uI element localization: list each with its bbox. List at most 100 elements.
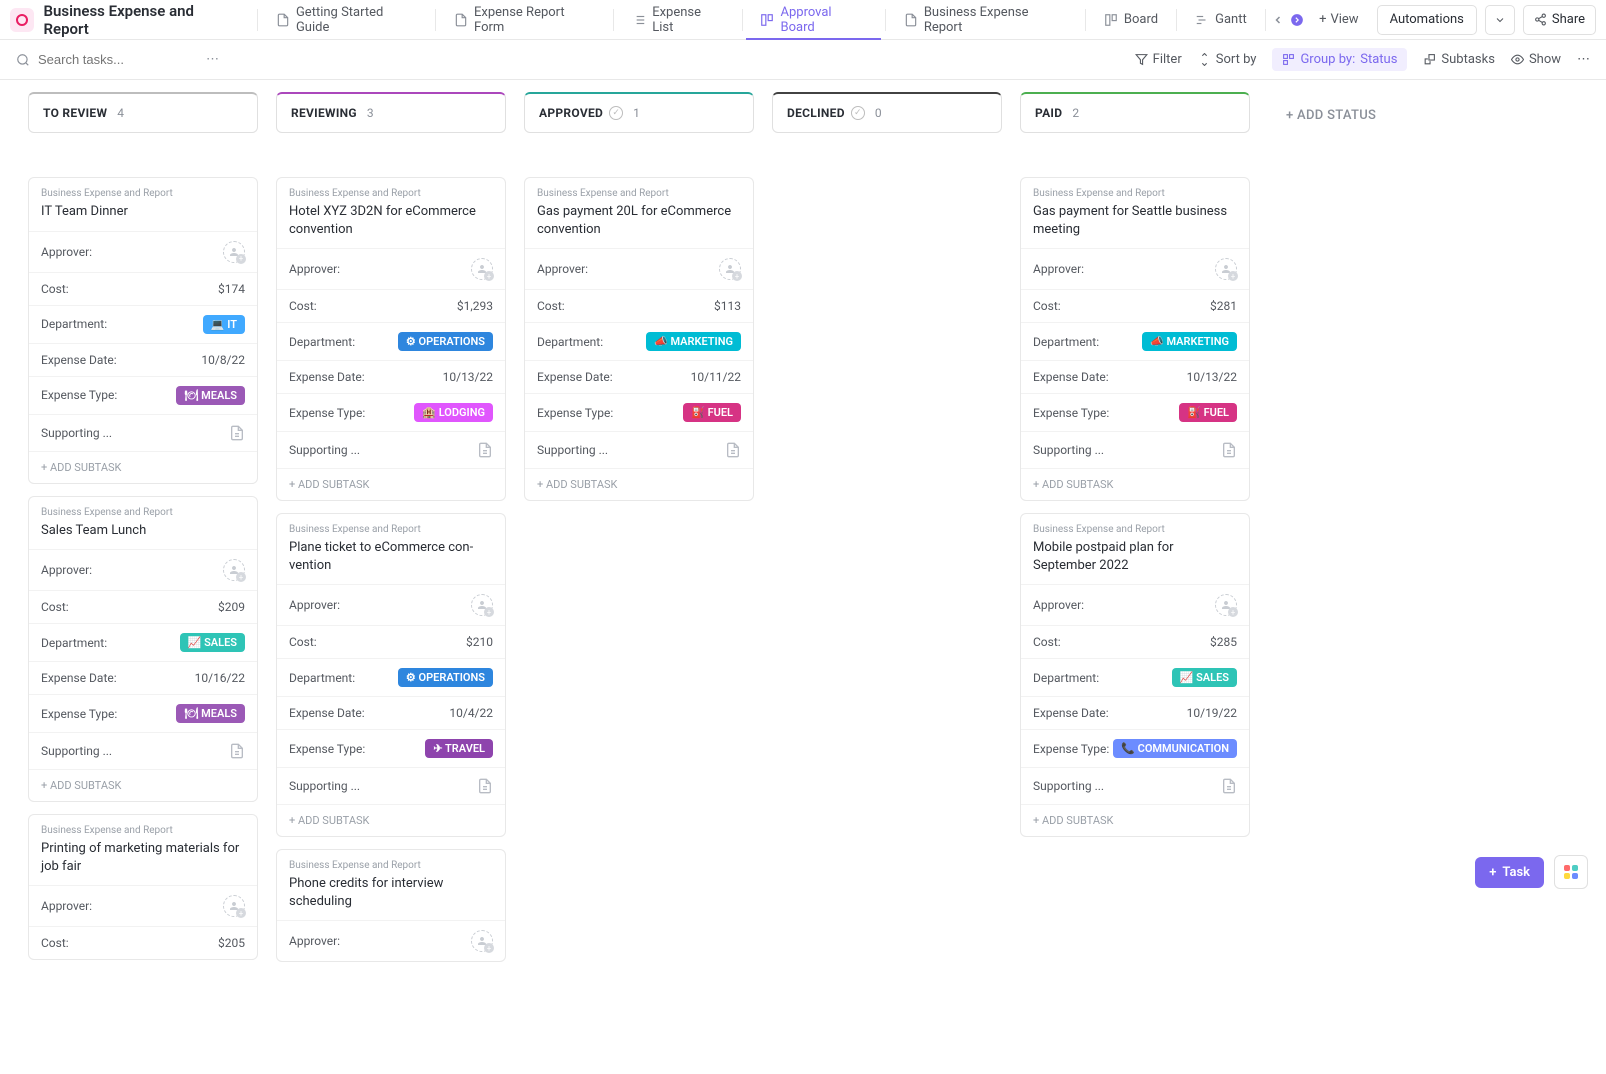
field-label: Department: [1033,335,1099,349]
expense-type-badge[interactable]: 🍽 MEALS [176,386,245,405]
more-options-button[interactable]: ⋯ [1577,52,1590,67]
field-department: Department: 📣 MARKETING [1021,322,1249,360]
assignee-placeholder[interactable]: + [471,930,493,952]
field-label: Supporting ... [537,443,608,457]
date-value: 10/13/22 [443,370,493,384]
group-icon [1282,53,1295,66]
add-subtask-button[interactable]: + ADD SUBTASK [1021,804,1249,836]
tab-scroll-left[interactable] [1270,12,1286,28]
task-card[interactable]: Business Expense and ReportPrinting of m… [28,814,258,960]
file-icon[interactable] [1221,441,1237,459]
add-subtask-button[interactable]: + ADD SUBTASK [29,451,257,483]
field-label: Department: [537,335,603,349]
task-card[interactable]: Business Expense and ReportGas payment f… [1020,177,1250,501]
task-card[interactable]: Business Expense and ReportGas payment 2… [524,177,754,501]
column-count: 3 [367,106,374,120]
department-badge[interactable]: 📣 MARKETING [1142,332,1237,351]
task-card[interactable]: Business Expense and ReportIT Team Dinne… [28,177,258,484]
search-input[interactable] [38,52,188,67]
add-subtask-button[interactable]: + ADD SUBTASK [277,804,505,836]
department-badge[interactable]: 📣 MARKETING [646,332,741,351]
expense-type-badge[interactable]: 📞 COMMUNICATION [1113,739,1237,758]
column-header[interactable]: TO REVIEW4 [28,92,258,133]
tab-board[interactable]: Board [1090,0,1172,40]
department-badge[interactable]: ⚙ OPERATIONS [398,668,493,687]
field-type: Expense Type:⛽ FUEL [525,393,753,431]
add-view-button[interactable]: + View [1309,6,1369,34]
assignee-placeholder[interactable]: + [471,594,493,616]
assignee-placeholder[interactable]: + [223,241,245,263]
expense-type-badge[interactable]: ⛽ FUEL [683,403,741,422]
search-more-button[interactable]: ⋯ [198,52,227,67]
field-approver: Approver:+ [277,248,505,289]
field-label: Approver: [41,245,92,259]
toolbar: ⋯ Filter Sort by Group by: Status Subtas… [0,40,1606,80]
department-badge[interactable]: ⚙ OPERATIONS [398,332,493,351]
assignee-placeholder[interactable]: + [1215,594,1237,616]
assignee-placeholder[interactable]: + [471,258,493,280]
tab-expense-list[interactable]: Expense List [618,0,737,40]
assignee-placeholder[interactable]: + [223,559,245,581]
add-subtask-button[interactable]: + ADD SUBTASK [277,468,505,500]
apps-button[interactable] [1554,855,1588,889]
assignee-placeholder[interactable]: + [1215,258,1237,280]
field-label: Expense Type: [289,406,365,420]
expense-type-badge[interactable]: 🏨 LODGING [414,403,493,422]
column-header[interactable]: APPROVED1 [524,92,754,133]
assignee-placeholder[interactable]: + [223,895,245,917]
automations-button[interactable]: Automations [1377,5,1477,35]
file-icon[interactable] [1221,777,1237,795]
add-status-button[interactable]: + ADD STATUS [1268,92,1428,139]
automations-dropdown[interactable] [1485,5,1515,35]
column-paid: PAID2 Business Expense and ReportGas paym… [1020,92,1250,849]
task-card[interactable]: Business Expense and ReportMobile postpa… [1020,513,1250,837]
department-badge[interactable]: 📈 SALES [1172,668,1237,687]
field-date: Expense Date:10/16/22 [29,661,257,694]
department-badge[interactable]: 💻 IT [203,315,245,334]
task-card[interactable]: Business Expense and ReportHotel XYZ 3D2… [276,177,506,501]
field-cost: Cost:$209 [29,590,257,623]
file-icon[interactable] [725,441,741,459]
task-card[interactable]: Business Expense and ReportSales Team Lu… [28,496,258,803]
task-card[interactable]: Business Expense and ReportPhone credits… [276,849,506,962]
card-title: Plane ticket to eCommerce con­vention [289,539,493,574]
file-icon[interactable] [477,441,493,459]
column-header[interactable]: PAID2 [1020,92,1250,133]
card-title: Printing of marketing materials for job … [41,840,245,875]
field-department: Department:⚙ OPERATIONS [277,658,505,696]
field-label: Supporting ... [1033,779,1104,793]
field-approver: Approver:+ [29,549,257,590]
expense-type-badge[interactable]: 🍽 MEALS [176,704,245,723]
file-icon[interactable] [477,777,493,795]
file-icon[interactable] [229,424,245,442]
show-button[interactable]: Show [1511,52,1561,67]
card-breadcrumb: Business Expense and Report [1033,188,1237,199]
field-label: Cost: [1033,299,1061,313]
expense-type-badge[interactable]: ⛽ FUEL [1179,403,1237,422]
tab-getting-started[interactable]: Getting Started Guide [262,0,431,40]
add-subtask-button[interactable]: + ADD SUBTASK [29,769,257,801]
add-subtask-button[interactable]: + ADD SUBTASK [525,468,753,500]
tab-business-expense-report[interactable]: Business Expense Report [890,0,1081,40]
column-title: APPROVED [539,106,603,120]
sort-button[interactable]: Sort by [1198,52,1257,67]
column-declined: DECLINED0 [772,92,1002,177]
column-header[interactable]: DECLINED0 [772,92,1002,133]
column-header[interactable]: REVIEWING3 [276,92,506,133]
add-subtask-button[interactable]: + ADD SUBTASK [1021,468,1249,500]
share-button[interactable]: Share [1523,5,1596,35]
expense-type-badge[interactable]: ✈ TRAVEL [425,739,493,758]
tab-expense-report-form[interactable]: Expense Report Form [440,0,609,40]
subtasks-button[interactable]: Subtasks [1423,52,1495,67]
file-icon[interactable] [229,742,245,760]
filter-button[interactable]: Filter [1135,52,1182,67]
assignee-placeholder[interactable]: + [719,258,741,280]
tab-approval-board[interactable]: Approval Board [746,0,880,40]
group-by-button[interactable]: Group by: Status [1272,48,1407,71]
tab-gantt[interactable]: Gantt [1181,0,1261,40]
group-by-value: Status [1360,52,1397,67]
task-card[interactable]: Business Expense and ReportPlane ticket … [276,513,506,837]
new-task-button[interactable]: + Task [1475,857,1544,888]
department-badge[interactable]: 📈 SALES [180,633,245,652]
tab-scroll-right[interactable] [1289,12,1305,28]
